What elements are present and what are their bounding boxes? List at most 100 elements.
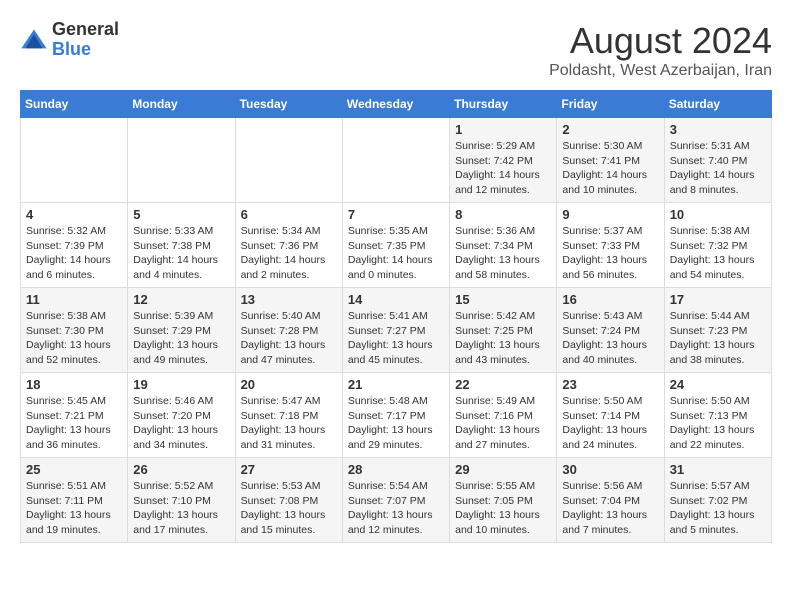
- header-monday: Monday: [128, 91, 235, 118]
- calendar-cell: 12Sunrise: 5:39 AMSunset: 7:29 PMDayligh…: [128, 288, 235, 373]
- calendar-cell: [342, 118, 449, 203]
- cell-content: Sunrise: 5:39 AMSunset: 7:29 PMDaylight:…: [133, 309, 229, 368]
- day-number: 2: [562, 122, 658, 137]
- cell-content: Sunrise: 5:49 AMSunset: 7:16 PMDaylight:…: [455, 394, 551, 453]
- day-number: 5: [133, 207, 229, 222]
- calendar-table: Sunday Monday Tuesday Wednesday Thursday…: [20, 90, 772, 543]
- header-wednesday: Wednesday: [342, 91, 449, 118]
- calendar-cell: 25Sunrise: 5:51 AMSunset: 7:11 PMDayligh…: [21, 458, 128, 543]
- calendar-cell: 26 Sunrise: 5:52 AMSunset: 7:10 PMDayligh…: [128, 458, 235, 543]
- cell-content: Sunrise: 5:35 AMSunset: 7:35 PMDaylight:…: [348, 224, 444, 283]
- cell-content: Sunrise: 5:33 AMSunset: 7:38 PMDaylight:…: [133, 224, 229, 283]
- day-number: 14: [348, 292, 444, 307]
- day-number: 15: [455, 292, 551, 307]
- day-number: 29: [455, 462, 551, 477]
- page-header: General Blue August 2024 Poldasht, West …: [20, 20, 772, 80]
- cell-content: Sunrise: 5:50 AMSunset: 7:13 PMDaylight:…: [670, 394, 766, 453]
- logo: General Blue: [20, 20, 119, 60]
- cell-content: Sunrise: 5:34 AMSunset: 7:36 PMDaylight:…: [241, 224, 337, 283]
- subtitle: Poldasht, West Azerbaijan, Iran: [549, 62, 772, 80]
- logo-text: General Blue: [52, 20, 119, 60]
- day-number: 10: [670, 207, 766, 222]
- calendar-cell: 15 Sunrise: 5:42 AMSunset: 7:25 PMDayligh…: [450, 288, 557, 373]
- day-number: 30: [562, 462, 658, 477]
- cell-content: Sunrise: 5:47 AMSunset: 7:18 PMDaylight:…: [241, 394, 337, 453]
- cell-content: Sunrise: 5:52 AMSunset: 7:10 PMDaylight:…: [133, 479, 229, 538]
- cell-content: Sunrise: 5:57 AMSunset: 7:02 PMDaylight:…: [670, 479, 766, 538]
- title-block: August 2024 Poldasht, West Azerbaijan, I…: [549, 20, 772, 80]
- calendar-week-0: 1 Sunrise: 5:29 AMSunset: 7:42 PMDaylight…: [21, 118, 772, 203]
- calendar-cell: [235, 118, 342, 203]
- cell-content: Sunrise: 5:55 AMSunset: 7:05 PMDaylight:…: [455, 479, 551, 538]
- cell-content: Sunrise: 5:29 AMSunset: 7:42 PMDaylight:…: [455, 139, 551, 198]
- cell-content: Sunrise: 5:31 AMSunset: 7:40 PMDaylight:…: [670, 139, 766, 198]
- calendar-week-3: 18Sunrise: 5:45 AMSunset: 7:21 PMDayligh…: [21, 373, 772, 458]
- calendar-cell: 20 Sunrise: 5:47 AMSunset: 7:18 PMDayligh…: [235, 373, 342, 458]
- day-number: 23: [562, 377, 658, 392]
- cell-content: Sunrise: 5:32 AMSunset: 7:39 PMDaylight:…: [26, 224, 122, 283]
- calendar-cell: [128, 118, 235, 203]
- day-number: 16: [562, 292, 658, 307]
- day-number: 26: [133, 462, 229, 477]
- day-number: 8: [455, 207, 551, 222]
- day-number: 21: [348, 377, 444, 392]
- day-number: 22: [455, 377, 551, 392]
- logo-icon: [20, 26, 48, 54]
- calendar-cell: 11 Sunrise: 5:38 AMSunset: 7:30 PMDayligh…: [21, 288, 128, 373]
- header-row: Sunday Monday Tuesday Wednesday Thursday…: [21, 91, 772, 118]
- day-number: 11: [26, 292, 122, 307]
- logo-general: General: [52, 20, 119, 40]
- day-number: 28: [348, 462, 444, 477]
- calendar-cell: 18Sunrise: 5:45 AMSunset: 7:21 PMDayligh…: [21, 373, 128, 458]
- calendar-cell: 19 Sunrise: 5:46 AMSunset: 7:20 PMDayligh…: [128, 373, 235, 458]
- day-number: 25: [26, 462, 122, 477]
- day-number: 24: [670, 377, 766, 392]
- calendar-cell: 24 Sunrise: 5:50 AMSunset: 7:13 PMDayligh…: [664, 373, 771, 458]
- calendar-cell: 4 Sunrise: 5:32 AMSunset: 7:39 PMDaylight…: [21, 203, 128, 288]
- day-number: 17: [670, 292, 766, 307]
- calendar-week-1: 4 Sunrise: 5:32 AMSunset: 7:39 PMDaylight…: [21, 203, 772, 288]
- calendar-week-2: 11 Sunrise: 5:38 AMSunset: 7:30 PMDayligh…: [21, 288, 772, 373]
- calendar-cell: 27 Sunrise: 5:53 AMSunset: 7:08 PMDayligh…: [235, 458, 342, 543]
- cell-content: Sunrise: 5:43 AMSunset: 7:24 PMDaylight:…: [562, 309, 658, 368]
- day-number: 18: [26, 377, 122, 392]
- day-number: 1: [455, 122, 551, 137]
- day-number: 4: [26, 207, 122, 222]
- calendar-cell: 10Sunrise: 5:38 AMSunset: 7:32 PMDayligh…: [664, 203, 771, 288]
- calendar-cell: 7 Sunrise: 5:35 AMSunset: 7:35 PMDaylight…: [342, 203, 449, 288]
- cell-content: Sunrise: 5:38 AMSunset: 7:30 PMDaylight:…: [26, 309, 122, 368]
- cell-content: Sunrise: 5:42 AMSunset: 7:25 PMDaylight:…: [455, 309, 551, 368]
- calendar-cell: 30Sunrise: 5:56 AMSunset: 7:04 PMDayligh…: [557, 458, 664, 543]
- calendar-cell: 9 Sunrise: 5:37 AMSunset: 7:33 PMDaylight…: [557, 203, 664, 288]
- calendar-cell: 16 Sunrise: 5:43 AMSunset: 7:24 PMDayligh…: [557, 288, 664, 373]
- header-tuesday: Tuesday: [235, 91, 342, 118]
- cell-content: Sunrise: 5:40 AMSunset: 7:28 PMDaylight:…: [241, 309, 337, 368]
- calendar-cell: 31Sunrise: 5:57 AMSunset: 7:02 PMDayligh…: [664, 458, 771, 543]
- cell-content: Sunrise: 5:37 AMSunset: 7:33 PMDaylight:…: [562, 224, 658, 283]
- header-friday: Friday: [557, 91, 664, 118]
- day-number: 19: [133, 377, 229, 392]
- header-sunday: Sunday: [21, 91, 128, 118]
- header-saturday: Saturday: [664, 91, 771, 118]
- calendar-cell: 5 Sunrise: 5:33 AMSunset: 7:38 PMDaylight…: [128, 203, 235, 288]
- calendar-cell: 29 Sunrise: 5:55 AMSunset: 7:05 PMDayligh…: [450, 458, 557, 543]
- calendar-body: 1 Sunrise: 5:29 AMSunset: 7:42 PMDaylight…: [21, 118, 772, 543]
- day-number: 13: [241, 292, 337, 307]
- cell-content: Sunrise: 5:44 AMSunset: 7:23 PMDaylight:…: [670, 309, 766, 368]
- calendar-header: Sunday Monday Tuesday Wednesday Thursday…: [21, 91, 772, 118]
- cell-content: Sunrise: 5:54 AMSunset: 7:07 PMDaylight:…: [348, 479, 444, 538]
- cell-content: Sunrise: 5:46 AMSunset: 7:20 PMDaylight:…: [133, 394, 229, 453]
- day-number: 7: [348, 207, 444, 222]
- calendar-cell: 1 Sunrise: 5:29 AMSunset: 7:42 PMDaylight…: [450, 118, 557, 203]
- day-number: 20: [241, 377, 337, 392]
- cell-content: Sunrise: 5:41 AMSunset: 7:27 PMDaylight:…: [348, 309, 444, 368]
- calendar-cell: 13 Sunrise: 5:40 AMSunset: 7:28 PMDayligh…: [235, 288, 342, 373]
- calendar-cell: 6 Sunrise: 5:34 AMSunset: 7:36 PMDaylight…: [235, 203, 342, 288]
- cell-content: Sunrise: 5:36 AMSunset: 7:34 PMDaylight:…: [455, 224, 551, 283]
- calendar-cell: 21Sunrise: 5:48 AMSunset: 7:17 PMDayligh…: [342, 373, 449, 458]
- day-number: 6: [241, 207, 337, 222]
- calendar-cell: 23Sunrise: 5:50 AMSunset: 7:14 PMDayligh…: [557, 373, 664, 458]
- day-number: 27: [241, 462, 337, 477]
- cell-content: Sunrise: 5:53 AMSunset: 7:08 PMDaylight:…: [241, 479, 337, 538]
- day-number: 9: [562, 207, 658, 222]
